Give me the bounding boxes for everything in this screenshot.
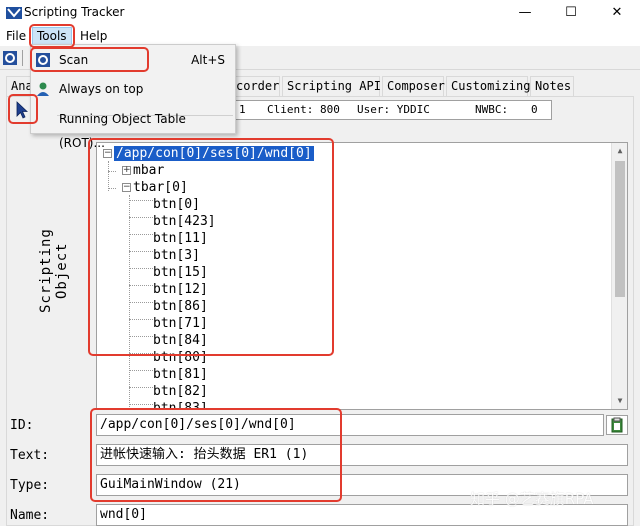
refresh-icon[interactable] <box>2 50 18 66</box>
user-info: User: YDDIC <box>357 103 430 116</box>
copy-button[interactable] <box>606 415 628 435</box>
nwbc-label: NWBC: <box>475 103 509 116</box>
client-info: Client: 800 <box>267 103 340 116</box>
highlight-scan-item <box>30 47 149 72</box>
window-title: Scripting Tracker <box>24 5 125 19</box>
tab-scripting-api[interactable]: Scripting API <box>282 76 381 96</box>
scroll-thumb[interactable] <box>615 161 625 297</box>
menu-item-running-object-table[interactable]: Running Object Table (ROT)... <box>31 107 235 150</box>
tree-node-btn[interactable]: btn[82] <box>129 384 208 400</box>
scroll-down-icon[interactable]: ▼ <box>612 393 627 409</box>
minimize-button[interactable]: — <box>502 0 548 26</box>
scroll-up-icon[interactable]: ▲ <box>612 143 627 159</box>
tab-composer[interactable]: Composer <box>382 76 445 96</box>
tree-scrollbar[interactable]: ▲ ▼ <box>611 143 627 409</box>
menu-item-label: Always on top <box>59 82 144 96</box>
maximize-button[interactable]: ☐ <box>548 0 594 26</box>
scripting-tracker-app-icon <box>6 7 22 19</box>
scripting-object-label: Scripting Object <box>38 228 70 314</box>
highlight-tools-menu <box>29 24 75 48</box>
text-label: Text: <box>10 448 50 463</box>
session-info-bar: 1 Client: 800 User: YDDIC NWBC: 0 <box>232 100 552 120</box>
watermark: 知乎 @艺赛旗RPA <box>470 490 594 508</box>
nwbc-value: 0 <box>531 103 538 116</box>
tab-notes[interactable]: Notes <box>530 76 574 96</box>
tab-customizing[interactable]: Customizing <box>446 76 530 96</box>
menu-item-always-on-top[interactable]: Always on top <box>31 77 235 101</box>
session-number: 1 <box>239 103 246 116</box>
menu-help[interactable]: Help <box>76 28 111 44</box>
title-bar: Scripting Tracker — ☐ ✕ <box>0 0 640 26</box>
person-icon <box>37 82 49 96</box>
clipboard-icon <box>611 417 623 433</box>
tab-recorder[interactable]: corder <box>232 76 280 96</box>
id-label: ID: <box>10 418 34 433</box>
highlight-fields <box>90 408 342 502</box>
highlight-select-button <box>8 94 38 124</box>
type-label: Type: <box>10 478 50 493</box>
toolbar-separator <box>22 50 23 66</box>
close-button[interactable]: ✕ <box>594 0 640 26</box>
highlight-tree <box>88 138 334 356</box>
name-label: Name: <box>10 508 50 523</box>
tree-node-btn[interactable]: btn[81] <box>129 367 208 383</box>
menu-file[interactable]: File <box>2 28 30 44</box>
menu-bar: File Tools Help <box>0 26 640 46</box>
menu-item-shortcut: Alt+S <box>191 53 225 67</box>
